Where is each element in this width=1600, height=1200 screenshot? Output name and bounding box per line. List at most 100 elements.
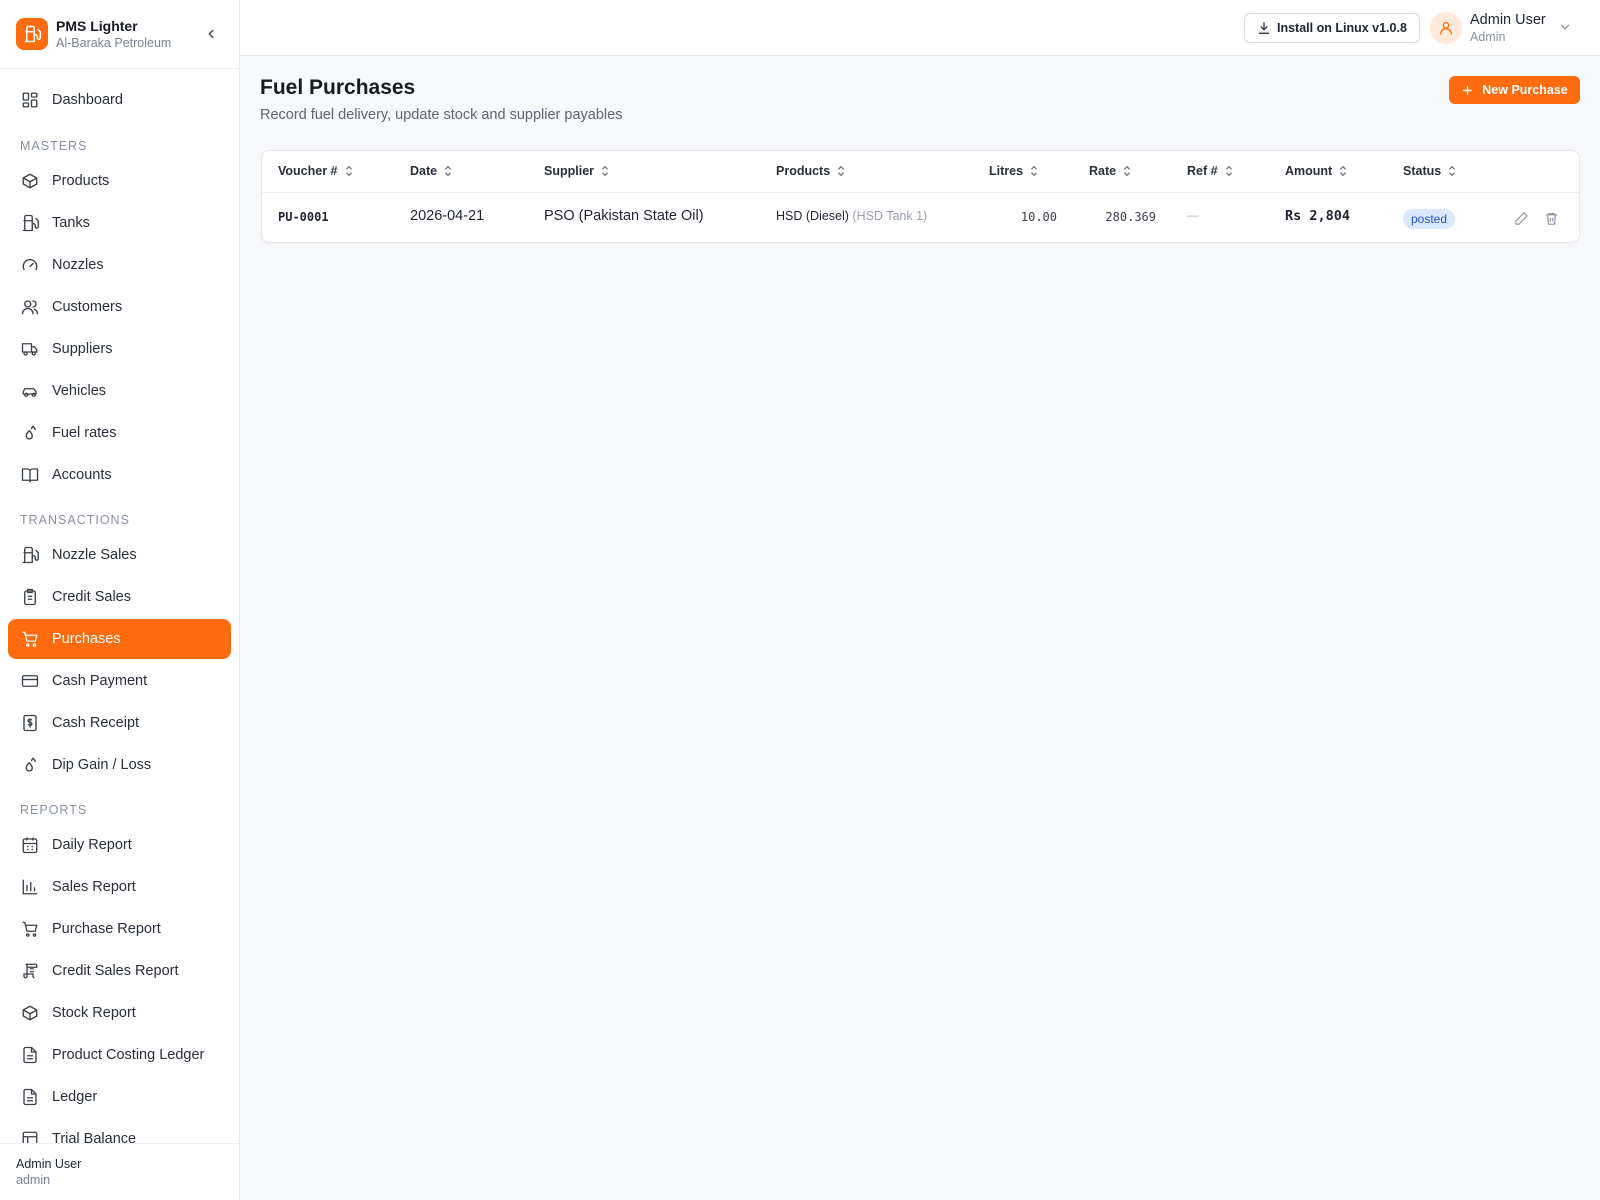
sidebar-item-label: Tanks (52, 215, 90, 231)
sidebar-item-accounts[interactable]: Accounts (8, 455, 231, 495)
chevron-left-icon (208, 29, 214, 39)
plus-icon (1463, 85, 1473, 95)
sidebar-item-label: Daily Report (52, 837, 132, 853)
brand-title: PMS Lighter (56, 18, 138, 34)
sidebar-item-vehicles[interactable]: Vehicles (8, 371, 231, 411)
status-badge: posted (1403, 209, 1456, 229)
purchases-table: Voucher # Date Supplier Products Litres … (261, 150, 1580, 243)
sidebar-item-credit-sales-report[interactable]: Credit Sales Report (8, 951, 231, 991)
sidebar-item-label: Product Costing Ledger (52, 1047, 205, 1063)
delete-button[interactable] (1542, 209, 1560, 227)
sidebar-user: Admin User admin (0, 1143, 239, 1200)
sidebar-item-label: Customers (52, 299, 123, 315)
user-menu[interactable]: Admin User Admin (1470, 11, 1546, 45)
sidebar-item-stock-report[interactable]: Stock Report (8, 993, 231, 1033)
install-app-button[interactable]: Install on Linux v1.0.8 (1244, 13, 1420, 43)
column-label: Litres (989, 164, 1024, 178)
user-menu-toggle[interactable] (1558, 20, 1572, 39)
sidebar-item-dip-gain-loss[interactable]: Dip Gain / Loss (8, 745, 231, 785)
cart-icon (20, 629, 40, 649)
sidebar-item-nozzle-sales[interactable]: Nozzle Sales (8, 535, 231, 575)
cart-icon (20, 919, 40, 939)
sidebar-item-label: Stock Report (52, 1005, 136, 1021)
column-label: Date (410, 164, 438, 178)
fuel-pump-icon (16, 18, 48, 50)
column-header-amount[interactable]: Amount (1285, 164, 1348, 178)
bar-chart-icon (20, 877, 40, 897)
column-label: Products (776, 164, 831, 178)
sort-icon (445, 165, 452, 177)
sidebar-item-daily-report[interactable]: Daily Report (8, 825, 231, 865)
user-name: Admin User (1470, 12, 1546, 28)
sidebar-item-label: Suppliers (52, 341, 113, 357)
tank-name: (HSD Tank 1) (852, 209, 928, 223)
book-open-icon (20, 465, 40, 485)
sidebar-item-customers[interactable]: Customers (8, 287, 231, 327)
user-role: Admin (1470, 30, 1506, 44)
column-label: Amount (1285, 164, 1333, 178)
column-label: Status (1403, 164, 1442, 178)
sidebar-item-product-costing-ledger[interactable]: Product Costing Ledger (8, 1035, 231, 1075)
trash-icon (1545, 212, 1557, 225)
sidebar-item-tanks[interactable]: Tanks (8, 203, 231, 243)
brand-subtitle: Al-Baraka Petroleum (56, 36, 172, 50)
edit-button[interactable] (1512, 209, 1530, 227)
column-header-litres[interactable]: Litres (989, 164, 1039, 178)
page-subtitle: Record fuel delivery, update stock and s… (260, 107, 623, 123)
sidebar-item-purchase-report[interactable]: Purchase Report (8, 909, 231, 949)
sidebar-item-label: Purchases (52, 631, 121, 647)
new-purchase-button[interactable]: New Purchase (1449, 76, 1580, 104)
topbar: Install on Linux v1.0.8 Admin User Admin (240, 0, 1600, 56)
droplets-icon (20, 423, 40, 443)
sidebar-item-label: Accounts (52, 467, 112, 483)
users-icon (20, 297, 40, 317)
sidebar-item-ledger[interactable]: Ledger (8, 1077, 231, 1117)
sidebar-item-suppliers[interactable]: Suppliers (8, 329, 231, 369)
column-header-voucher[interactable]: Voucher # (278, 164, 354, 178)
sidebar-item-label: Credit Sales Report (52, 963, 179, 979)
sidebar-item-dashboard[interactable]: Dashboard (8, 80, 231, 120)
column-header-status[interactable]: Status (1403, 164, 1457, 178)
sort-icon (1225, 165, 1232, 177)
sidebar-item-cash-receipt[interactable]: Cash Receipt (8, 703, 231, 743)
sidebar-item-trial-balance[interactable]: Trial Balance (8, 1119, 231, 1143)
sidebar-item-nozzles[interactable]: Nozzles (8, 245, 231, 285)
fuel-pump-icon (20, 545, 40, 565)
avatar[interactable] (1430, 12, 1462, 44)
column-header-products[interactable]: Products (776, 164, 846, 178)
gauge-icon (20, 255, 40, 275)
column-label: Rate (1089, 164, 1117, 178)
section-reports: REPORTS (20, 803, 88, 817)
collapse-sidebar-button[interactable] (199, 22, 223, 46)
sort-icon (1031, 165, 1038, 177)
column-header-date[interactable]: Date (410, 164, 453, 178)
sidebar-item-label: Purchase Report (52, 921, 161, 937)
ref-value: — (1187, 208, 1199, 222)
column-header-rate[interactable]: Rate (1089, 164, 1132, 178)
sidebar-item-cash-payment[interactable]: Cash Payment (8, 661, 231, 701)
sidebar-item-purchases[interactable]: Purchases (8, 619, 231, 659)
credit-card-icon (20, 671, 40, 691)
column-header-ref[interactable]: Ref # (1187, 164, 1234, 178)
sidebar: PMS Lighter Al-Baraka Petroleum Dashboar… (0, 0, 240, 1200)
sidebar-item-label: Sales Report (52, 879, 136, 895)
sidebar-item-credit-sales[interactable]: Credit Sales (8, 577, 231, 617)
droplets-icon (20, 755, 40, 775)
sidebar-item-label: Fuel rates (52, 425, 117, 441)
file-text-icon (20, 1045, 40, 1065)
sidebar-item-sales-report[interactable]: Sales Report (8, 867, 231, 907)
sort-icon (1124, 165, 1131, 177)
sidebar-item-fuel-rates[interactable]: Fuel rates (8, 413, 231, 453)
column-label: Supplier (544, 164, 595, 178)
sort-icon (838, 165, 845, 177)
pencil-icon (1514, 211, 1528, 225)
section-masters: MASTERS (20, 139, 88, 153)
section-transactions: TRANSACTIONS (20, 513, 130, 527)
sidebar-item-label: Credit Sales (52, 589, 131, 605)
sort-icon (1449, 165, 1456, 177)
sidebar-nav: Dashboard MASTERS Products Tanks Nozzles… (0, 69, 239, 1143)
product-cell: HSD (Diesel) (HSD Tank 1) (776, 209, 927, 223)
sidebar-item-products[interactable]: Products (8, 161, 231, 201)
column-header-supplier[interactable]: Supplier (544, 164, 610, 178)
sidebar-item-label: Dashboard (52, 92, 123, 108)
